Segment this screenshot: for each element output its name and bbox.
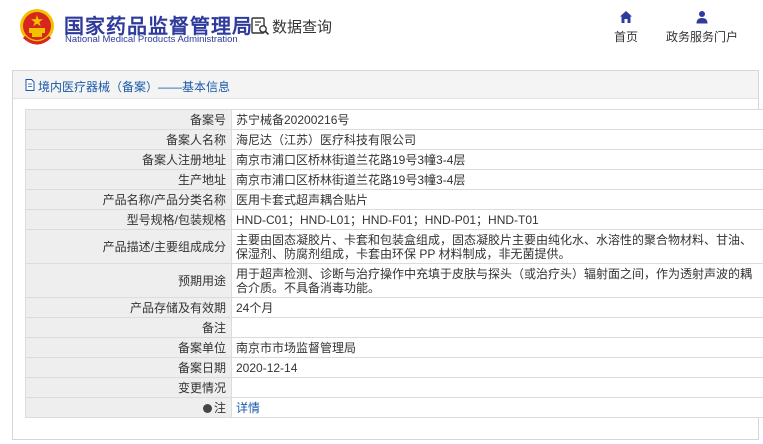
table-row: 预期用途 用于超声检测、诊断与治疗操作中充填于皮肤与探头（或治疗头）辐射面之间，…: [25, 263, 763, 298]
table-row: 备案单位 南京市市场监督管理局: [25, 337, 763, 358]
table-row: 生产地址 南京市浦口区桥林街道兰花路19号3幢3-4层: [25, 169, 763, 190]
field-value-model-spec: HND-C01；HND-L01；HND-F01；HND-P01；HND-T01: [231, 209, 763, 230]
breadcrumb: 境内医疗器械（备案）——基本信息: [13, 71, 758, 99]
field-value-product-description: 主要由固态凝胶片、卡套和包装盒组成，固态凝胶片主要由纯化水、水溶性的聚合物材料、…: [231, 229, 763, 264]
field-value-registered-address: 南京市浦口区桥林街道兰花路19号3幢3-4层: [231, 149, 763, 170]
field-label-intended-use: 预期用途: [25, 263, 232, 298]
field-label-model-spec: 型号规格/包装规格: [25, 209, 232, 230]
agency-name-english: National Medical Products Administration: [65, 34, 238, 45]
site-header: 国家药品监督管理局 National Medical Products Admi…: [0, 0, 763, 62]
search-document-icon: [251, 17, 270, 36]
field-value-production-address: 南京市浦口区桥林街道兰花路19号3幢3-4层: [231, 169, 763, 190]
field-value-change-status: [231, 377, 763, 398]
field-value-remarks: [231, 317, 763, 338]
field-value-registrant-name: 海尼达（江苏）医疗科技有限公司: [231, 129, 763, 150]
field-label-record-number: 备案号: [25, 109, 232, 130]
table-row: 产品描述/主要组成成分 主要由固态凝胶片、卡套和包装盒组成，固态凝胶片主要由纯化…: [25, 229, 763, 264]
field-label-production-address: 生产地址: [25, 169, 232, 190]
table-row: 备案人名称 海尼达（江苏）医疗科技有限公司: [25, 129, 763, 150]
field-value-record-unit: 南京市市场监督管理局: [231, 337, 763, 358]
field-label-record-unit: 备案单位: [25, 337, 232, 358]
field-label-note: 注: [25, 397, 232, 418]
table-row: 型号规格/包装规格 HND-C01；HND-L01；HND-F01；HND-P0…: [25, 209, 763, 230]
table-row: 备案号 苏宁械备20200216号: [25, 109, 763, 130]
field-value-shelf-life: 24个月: [231, 297, 763, 318]
home-icon: [620, 11, 632, 23]
record-panel: 境内医疗器械（备案）——基本信息 备案号 苏宁械备20200216号 备案人名称…: [12, 70, 763, 440]
table-row: 变更情况: [25, 377, 763, 398]
field-value-intended-use: 用于超声检测、诊断与治疗操作中充填于皮肤与探头（或治疗头）辐射面之间，作为透射声…: [231, 263, 763, 298]
nav-service-portal-link[interactable]: 政务服务门户: [662, 10, 742, 45]
field-label-product-name: 产品名称/产品分类名称: [25, 189, 232, 210]
field-label-product-description: 产品描述/主要组成成分: [25, 229, 232, 264]
note-label: 注: [213, 401, 226, 415]
page-title: 数据查询: [272, 19, 333, 36]
field-value-product-name: 医用卡套式超声耦合贴片: [231, 189, 763, 210]
nav-home-link[interactable]: 首页: [609, 10, 643, 45]
field-label-registered-address: 备案人注册地址: [25, 149, 232, 170]
table-row: 注 详情: [25, 397, 763, 418]
table-row: 产品名称/产品分类名称 医用卡套式超声耦合贴片: [25, 189, 763, 210]
field-label-change-status: 变更情况: [25, 377, 232, 398]
document-icon: [25, 79, 35, 91]
national-emblem-icon: [20, 9, 54, 45]
field-label-shelf-life: 产品存储及有效期: [25, 297, 232, 318]
nav-service-portal-label: 政务服务门户: [665, 30, 738, 44]
field-value-note: 详情: [231, 397, 763, 418]
table-row: 备案人注册地址 南京市浦口区桥林街道兰花路19号3幢3-4层: [25, 149, 763, 170]
field-label-registrant-name: 备案人名称: [25, 129, 232, 150]
field-label-record-date: 备案日期: [25, 357, 232, 378]
breadcrumb-text: 境内医疗器械（备案）——基本信息: [38, 80, 231, 94]
table-row: 备注: [25, 317, 763, 338]
field-label-remarks: 备注: [25, 317, 232, 338]
table-row: 产品存储及有效期 24个月: [25, 297, 763, 318]
nav-home-label: 首页: [613, 30, 638, 44]
record-table: 备案号 苏宁械备20200216号 备案人名称 海尼达（江苏）医疗科技有限公司 …: [25, 109, 763, 418]
info-dot-icon: [202, 404, 212, 413]
field-value-record-number: 苏宁械备20200216号: [231, 109, 763, 130]
details-link[interactable]: 详情: [236, 401, 260, 415]
user-icon: [696, 11, 708, 24]
table-row: 备案日期 2020-12-14: [25, 357, 763, 378]
field-value-record-date: 2020-12-14: [231, 357, 763, 378]
